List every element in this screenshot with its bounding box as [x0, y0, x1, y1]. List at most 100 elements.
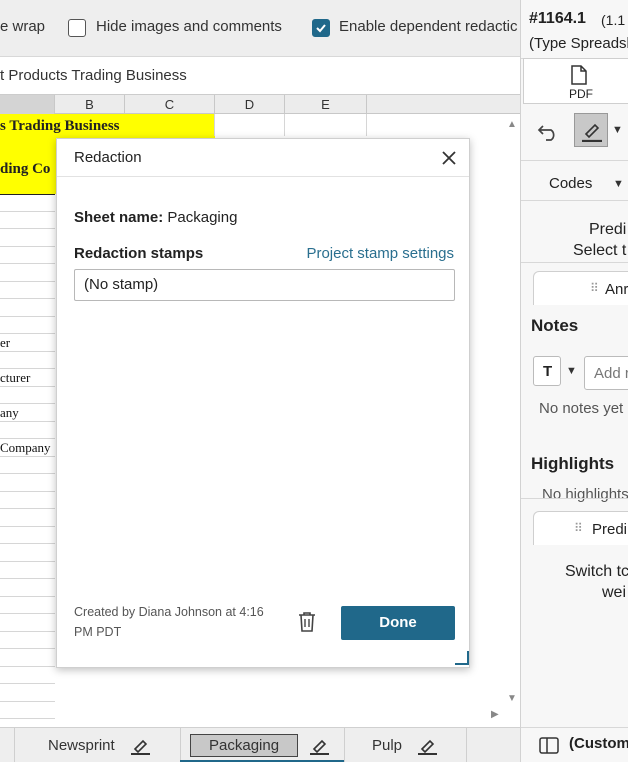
table-row[interactable]: [0, 702, 55, 719]
text-format-icon: T: [543, 363, 553, 380]
scroll-right-icon[interactable]: ▶: [491, 709, 499, 720]
table-row[interactable]: [0, 684, 55, 702]
formula-text: t Products Trading Business: [0, 67, 187, 84]
drag-handle-icon[interactable]: ⠿: [590, 281, 599, 295]
table-row[interactable]: [0, 317, 55, 334]
close-icon[interactable]: [440, 149, 458, 167]
table-row[interactable]: [0, 562, 55, 579]
document-version: (1.1: [601, 12, 626, 28]
hide-images-label[interactable]: Hide images and comments: [96, 18, 282, 35]
pdf-label: PDF: [569, 87, 593, 101]
stamp-select[interactable]: (No stamp): [74, 269, 455, 301]
pdf-button[interactable]: PDF: [523, 58, 628, 104]
tab-separator: [14, 728, 15, 762]
table-row[interactable]: [0, 579, 55, 597]
custom-layout-label[interactable]: (Custom: [569, 735, 628, 752]
column-header-e[interactable]: E: [285, 95, 367, 114]
table-row[interactable]: [0, 212, 55, 229]
layout-panel-icon[interactable]: [539, 737, 559, 754]
panel-divider: [521, 498, 628, 499]
table-row[interactable]: [0, 457, 55, 474]
predictions-tab-label: Predi: [592, 521, 628, 538]
column-header-b[interactable]: B: [55, 95, 125, 114]
column-header-c[interactable]: C: [125, 95, 215, 114]
table-row[interactable]: any: [0, 404, 55, 422]
predict-select-text: Select t: [573, 242, 627, 259]
grid-line: [214, 114, 215, 136]
table-row[interactable]: [0, 474, 55, 492]
hide-images-checkbox[interactable]: [68, 19, 86, 37]
column-header-d[interactable]: D: [215, 95, 285, 114]
formula-bar: t Products Trading Business: [0, 57, 520, 95]
undo-icon[interactable]: [537, 122, 559, 142]
table-row[interactable]: [0, 352, 55, 369]
table-row[interactable]: [0, 387, 55, 404]
tab-packaging[interactable]: Packaging: [190, 728, 330, 762]
table-row[interactable]: cturer: [0, 369, 55, 387]
dependent-redaction-label[interactable]: Enable dependent redactic: [339, 18, 517, 35]
chevron-down-icon[interactable]: ▼: [613, 178, 624, 190]
tab-pulp[interactable]: Pulp: [368, 728, 438, 762]
panel-divider: [521, 727, 628, 728]
table-row[interactable]: [0, 527, 55, 544]
title-cell[interactable]: s Trading Business: [0, 118, 120, 135]
redact-pen-icon[interactable]: [416, 737, 438, 755]
sheet-name-row: Sheet name: Packaging: [74, 209, 237, 226]
chevron-down-icon[interactable]: ▼: [566, 365, 577, 377]
table-row[interactable]: [0, 299, 55, 317]
note-format-button[interactable]: T: [533, 356, 561, 386]
column-headers: B C D E: [0, 95, 520, 114]
table-row[interactable]: [0, 264, 55, 282]
dialog-title: Redaction: [74, 149, 142, 166]
table-row[interactable]: [0, 194, 55, 212]
table-row[interactable]: [0, 614, 55, 632]
annotations-tab[interactable]: ⠿ Anr: [533, 271, 628, 305]
table-row[interactable]: [0, 667, 55, 684]
redact-tool-button[interactable]: [574, 113, 608, 147]
table-row[interactable]: [0, 509, 55, 527]
table-row[interactable]: [0, 649, 55, 667]
done-button[interactable]: Done: [341, 606, 455, 640]
drag-handle-icon[interactable]: ⠿: [574, 521, 583, 535]
redact-pen-icon[interactable]: [129, 737, 151, 755]
codes-label[interactable]: Codes: [549, 175, 592, 192]
predictions-tab[interactable]: ⠿ Predi: [533, 511, 628, 545]
project-stamp-settings-link[interactable]: Project stamp settings: [306, 245, 454, 262]
panel-divider: [521, 200, 628, 201]
title-cell-2[interactable]: ding Co: [0, 161, 50, 178]
redact-pen-icon[interactable]: [308, 737, 330, 755]
highlights-title: Highlights: [531, 454, 615, 473]
table-row[interactable]: [0, 544, 55, 562]
wrap-label[interactable]: e wrap: [0, 18, 45, 35]
trash-icon[interactable]: [296, 610, 318, 634]
tab-label: Packaging: [190, 734, 299, 757]
table-row[interactable]: [0, 282, 55, 299]
scroll-up-icon[interactable]: ▲: [507, 119, 517, 130]
switch-text: Switch tc: [565, 563, 628, 580]
check-icon: [316, 24, 326, 33]
table-row[interactable]: Company: [0, 439, 55, 457]
scroll-down-icon[interactable]: ▼: [507, 693, 517, 704]
table-row[interactable]: [0, 492, 55, 509]
table-row[interactable]: [0, 719, 55, 727]
table-row[interactable]: [0, 247, 55, 264]
add-note-input[interactable]: Add r: [584, 356, 628, 390]
table-row[interactable]: [0, 229, 55, 247]
no-notes-text: No notes yet: [539, 400, 624, 417]
resize-handle[interactable]: [455, 651, 469, 665]
table-row[interactable]: [0, 597, 55, 614]
sheet-tabs: Newsprint Packaging Pulp: [0, 727, 520, 762]
grid-line: [366, 114, 367, 136]
column-header-a[interactable]: [0, 95, 55, 114]
notes-title: Notes: [531, 316, 579, 335]
document-icon: [571, 65, 587, 85]
redaction-stamps-label: Redaction stamps: [74, 245, 204, 262]
dialog-divider: [57, 176, 469, 177]
table-row[interactable]: [0, 632, 55, 649]
tab-newsprint[interactable]: Newsprint: [44, 728, 151, 762]
chevron-down-icon[interactable]: ▼: [612, 124, 623, 136]
add-note-placeholder: Add r: [594, 365, 628, 382]
dependent-redaction-checkbox[interactable]: [312, 19, 330, 37]
table-row[interactable]: [0, 422, 55, 439]
table-row[interactable]: er: [0, 334, 55, 352]
